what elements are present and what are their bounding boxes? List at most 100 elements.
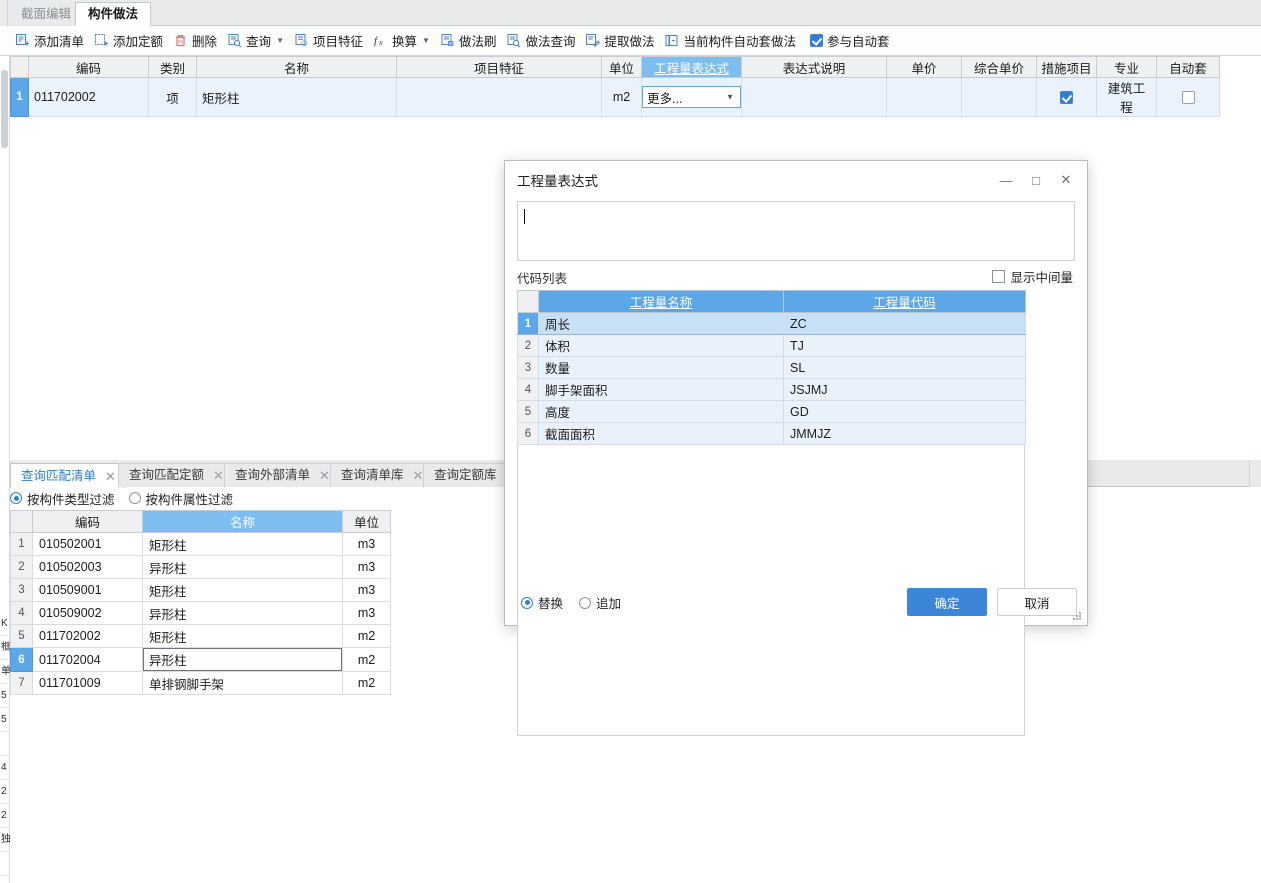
- code-cell-code[interactable]: JSJMJ: [783, 378, 1026, 401]
- chevron-down-icon-2[interactable]: ▼: [422, 36, 430, 45]
- bottom-cell-code[interactable]: 011702004: [32, 647, 143, 672]
- tab-section-edit[interactable]: 截面编辑: [8, 2, 85, 26]
- cancel-button[interactable]: 取消: [997, 588, 1077, 616]
- code-cell-name[interactable]: 数量: [538, 356, 784, 379]
- bottom-cell-unit[interactable]: m2: [342, 671, 391, 695]
- main-cell-code[interactable]: 011702002: [28, 77, 149, 117]
- tab-component-method[interactable]: 构件做法: [75, 2, 152, 26]
- dialog-title-bar[interactable]: 工程量表达式 — □ ✕: [505, 161, 1087, 199]
- bottom-tab-list-library[interactable]: 查询清单库 ✕: [330, 463, 433, 487]
- bottom-cell-code[interactable]: 011702002: [32, 624, 143, 648]
- main-cell-measure[interactable]: [1036, 77, 1097, 117]
- toolbar-method-query[interactable]: 做法查询: [501, 27, 580, 55]
- toolbar-delete[interactable]: 删除: [168, 27, 222, 55]
- main-header-expression-desc[interactable]: 表达式说明: [741, 56, 887, 78]
- maximize-icon[interactable]: □: [1021, 167, 1051, 193]
- bottom-tab-match-quota[interactable]: 查询匹配定额 ✕: [118, 463, 233, 487]
- main-grid-left-scrollbar[interactable]: [0, 56, 10, 460]
- close-icon[interactable]: ✕: [105, 465, 116, 488]
- main-header-total-price[interactable]: 综合单价: [961, 56, 1037, 78]
- main-cell-expression[interactable]: 更多... ▼: [641, 77, 742, 117]
- expression-input[interactable]: [517, 201, 1075, 261]
- chevron-down-icon[interactable]: ▼: [276, 36, 284, 45]
- bottom-cell-code[interactable]: 010502003: [32, 555, 143, 579]
- radio-selected-icon-replace[interactable]: [521, 596, 533, 609]
- toolbar-method-brush[interactable]: 做法刷: [435, 27, 502, 55]
- filter-by-type-radio[interactable]: 按构件类型过滤: [10, 489, 115, 508]
- toolbar-extract-method[interactable]: 提取做法: [580, 27, 659, 55]
- bottom-cell-name[interactable]: 矩形柱: [142, 532, 343, 556]
- bottom-cell-name-editing[interactable]: 异形柱: [142, 647, 343, 672]
- main-header-code[interactable]: 编码: [28, 56, 149, 78]
- code-list-row[interactable]: 5 高度 GD: [517, 400, 1026, 423]
- table-row[interactable]: 7 011701009 单排钢脚手架 m2: [10, 671, 391, 695]
- code-list-row[interactable]: 3 数量 SL: [517, 356, 1026, 379]
- table-row[interactable]: 5 011702002 矩形柱 m2: [10, 624, 391, 648]
- main-header-feature[interactable]: 项目特征: [396, 56, 602, 78]
- measure-checkbox-checked-icon[interactable]: [1060, 91, 1073, 105]
- bottom-cell-unit[interactable]: m3: [342, 555, 391, 579]
- table-row[interactable]: 3 010509001 矩形柱 m3: [10, 578, 391, 602]
- code-cell-name[interactable]: 截面面积: [538, 422, 784, 445]
- toolbar-convert[interactable]: fx 换算 ▼: [368, 27, 435, 55]
- code-list-row[interactable]: 2 体积 TJ: [517, 334, 1026, 357]
- code-list-row[interactable]: 6 截面面积 JMMJZ: [517, 422, 1026, 445]
- table-row-selected[interactable]: 6 011702004 异形柱 m2: [10, 647, 391, 672]
- bottom-cell-code[interactable]: 011701009: [32, 671, 143, 695]
- code-cell-name[interactable]: 体积: [538, 334, 784, 357]
- bottom-header-code[interactable]: 编码: [32, 510, 143, 533]
- close-icon-4[interactable]: ✕: [413, 464, 424, 487]
- bottom-cell-name[interactable]: 矩形柱: [142, 624, 343, 648]
- bottom-cell-unit[interactable]: m2: [342, 624, 391, 648]
- show-intermediate-checkbox[interactable]: 显示中间量: [992, 267, 1073, 286]
- bottom-cell-unit[interactable]: m3: [342, 601, 391, 625]
- bottom-header-name[interactable]: 名称: [142, 510, 343, 533]
- toolbar-project-feature[interactable]: 项目特征: [289, 27, 368, 55]
- toolbar-add-list[interactable]: 添加清单: [10, 27, 89, 55]
- chevron-down-icon-combo[interactable]: ▼: [726, 93, 734, 102]
- bottom-cell-name[interactable]: 矩形柱: [142, 578, 343, 602]
- main-grid-row[interactable]: 1 011702002 项 矩形柱 m2 更多... ▼ 建筑工程: [10, 77, 1220, 117]
- radio-unselected-icon[interactable]: [128, 492, 141, 504]
- bottom-cell-name[interactable]: 异形柱: [142, 555, 343, 579]
- bottom-header-unit[interactable]: 单位: [342, 510, 391, 533]
- expression-combobox[interactable]: 更多... ▼: [642, 86, 741, 108]
- resize-grip[interactable]: [1073, 612, 1083, 622]
- code-cell-name[interactable]: 高度: [538, 400, 784, 423]
- main-header-major[interactable]: 专业: [1096, 56, 1157, 78]
- main-header-category[interactable]: 类别: [148, 56, 197, 78]
- code-cell-name[interactable]: 周长: [538, 312, 784, 335]
- code-cell-code[interactable]: JMMJZ: [783, 422, 1026, 445]
- toolbar-participate-checkbox[interactable]: 参与自动套: [805, 27, 895, 55]
- table-row[interactable]: 1 010502001 矩形柱 m3: [10, 532, 391, 556]
- bottom-cell-code[interactable]: 010509001: [32, 578, 143, 602]
- bottom-cell-code[interactable]: 010502001: [32, 532, 143, 556]
- main-header-measure[interactable]: 措施项目: [1036, 56, 1097, 78]
- scrollbar-thumb[interactable]: [1, 70, 8, 148]
- code-header-name[interactable]: 工程量名称: [538, 290, 784, 313]
- code-cell-code[interactable]: SL: [783, 356, 1026, 379]
- radio-unselected-icon-append[interactable]: [579, 596, 592, 609]
- checkbox-checked-icon[interactable]: [810, 34, 823, 47]
- main-header-unit[interactable]: 单位: [601, 56, 642, 78]
- main-header-price[interactable]: 单价: [886, 56, 962, 78]
- bottom-cell-unit[interactable]: m3: [342, 532, 391, 556]
- mode-replace-radio[interactable]: 替换: [521, 593, 563, 612]
- bottom-cell-code[interactable]: 010509002: [32, 601, 143, 625]
- main-cell-unit[interactable]: m2: [601, 77, 642, 117]
- main-header-name[interactable]: 名称: [196, 56, 397, 78]
- main-cell-expression-desc[interactable]: [741, 77, 887, 117]
- confirm-button[interactable]: 确定: [907, 588, 987, 616]
- auto-checkbox-unchecked-icon[interactable]: [1181, 91, 1195, 105]
- table-row[interactable]: 4 010509002 异形柱 m3: [10, 601, 391, 625]
- bottom-tab-match-list[interactable]: 查询匹配清单 ✕: [10, 463, 125, 488]
- code-cell-name[interactable]: 脚手架面积: [538, 378, 784, 401]
- main-cell-name[interactable]: 矩形柱: [196, 77, 397, 117]
- main-cell-category[interactable]: 项: [148, 77, 197, 117]
- mode-append-radio[interactable]: 追加: [579, 593, 621, 612]
- close-icon-3[interactable]: ✕: [319, 464, 330, 487]
- toolbar-auto-apply[interactable]: 当前构件自动套做法: [659, 27, 801, 55]
- bottom-cell-name[interactable]: 单排钢脚手架: [142, 671, 343, 695]
- main-header-auto[interactable]: 自动套: [1156, 56, 1220, 78]
- main-cell-feature[interactable]: [396, 77, 602, 117]
